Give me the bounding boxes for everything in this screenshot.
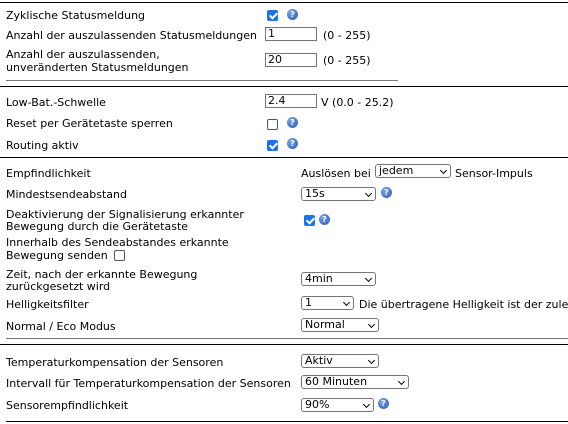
intervall-label: Intervall für Temperaturkompensation der… bbox=[6, 377, 291, 390]
chevron-down-icon bbox=[439, 166, 448, 175]
divider-top bbox=[0, 2, 568, 3]
helligkeit-select[interactable]: 1 bbox=[301, 296, 354, 310]
innerhalb-checkbox[interactable] bbox=[114, 250, 125, 261]
routing-label: Routing aktiv bbox=[6, 139, 79, 152]
unveraendert-range: (0 - 255) bbox=[323, 54, 371, 67]
chevron-down-icon bbox=[367, 356, 376, 365]
routing-checkbox[interactable] bbox=[267, 140, 278, 151]
help-icon[interactable]: ? bbox=[287, 9, 298, 20]
ausloesen-select[interactable]: jedem bbox=[375, 164, 451, 178]
intervall-select[interactable]: 60 Minuten bbox=[301, 375, 409, 389]
mode-select-value: Normal bbox=[305, 318, 345, 331]
lowbat-input[interactable]: 2.4 bbox=[265, 94, 317, 108]
unveraendert-label-2: unveränderten Statusmeldungen bbox=[6, 61, 189, 74]
divider-bottom bbox=[6, 421, 568, 422]
chevron-down-icon bbox=[364, 274, 373, 283]
ausloesen-prefix: Auslösen bei bbox=[301, 167, 371, 180]
zyklisch-label: Zyklische Statusmeldung bbox=[6, 9, 146, 22]
auszulassen-label: Anzahl der auszulassenden Statusmeldunge… bbox=[6, 29, 257, 42]
chevron-down-icon bbox=[364, 189, 373, 198]
tempkomp-select-value: Aktiv bbox=[305, 354, 333, 367]
auszulassen-range: (0 - 255) bbox=[323, 29, 371, 42]
help-icon[interactable]: ? bbox=[381, 187, 392, 198]
help-icon[interactable]: ? bbox=[319, 214, 330, 225]
chevron-down-icon bbox=[367, 320, 376, 329]
sensor-select-value: 90% bbox=[305, 398, 330, 411]
deaktivierung-checkbox[interactable] bbox=[304, 215, 315, 226]
lowbat-range: V (0.0 - 25.2) bbox=[321, 96, 394, 109]
mode-label: Normal / Eco Modus bbox=[6, 320, 116, 333]
deakt-label-2: Bewegung durch die Gerätetaste bbox=[6, 220, 189, 233]
auszulassen-input[interactable]: 1 bbox=[265, 27, 317, 41]
mode-select[interactable]: Normal bbox=[301, 318, 379, 332]
chevron-down-icon bbox=[342, 298, 351, 307]
helligkeit-note: Die übertragene Helligkeit ist der zule bbox=[359, 298, 568, 311]
mindest-select[interactable]: 15s bbox=[301, 187, 376, 201]
divider-4 bbox=[6, 338, 568, 339]
chevron-down-icon bbox=[362, 400, 371, 409]
empfindlichkeit-label: Empfindlichkeit bbox=[6, 167, 91, 180]
zeit-select-value: 4min bbox=[305, 272, 333, 285]
innerhalb-label-1: Innerhalb des Sendeabstandes erkannte bbox=[6, 236, 229, 249]
divider-3 bbox=[0, 157, 568, 158]
helligkeit-select-value: 1 bbox=[305, 296, 312, 309]
innerhalb-label-2: Bewegung senden bbox=[6, 249, 108, 262]
sensor-select[interactable]: 90% bbox=[301, 398, 374, 412]
tempkomp-select[interactable]: Aktiv bbox=[301, 354, 379, 368]
reset-label: Reset per Gerätetaste sperren bbox=[6, 117, 173, 130]
ausloesen-select-value: jedem bbox=[379, 164, 414, 177]
divider-5 bbox=[0, 344, 568, 345]
sensor-label: Sensorempfindlichkeit bbox=[6, 399, 129, 412]
divider-2 bbox=[0, 86, 568, 87]
zeit-select[interactable]: 4min bbox=[301, 272, 376, 286]
chevron-down-icon bbox=[397, 377, 406, 386]
help-icon[interactable]: ? bbox=[287, 138, 298, 149]
unveraendert-label-1: Anzahl der auszulassenden, bbox=[6, 48, 160, 61]
intervall-select-value: 60 Minuten bbox=[305, 375, 368, 388]
reset-checkbox[interactable] bbox=[267, 119, 278, 130]
divider-1 bbox=[6, 80, 398, 81]
help-icon[interactable]: ? bbox=[287, 117, 298, 128]
tempkomp-label: Temperaturkompensation der Sensoren bbox=[6, 356, 224, 369]
mindest-label: Mindestsendeabstand bbox=[6, 188, 127, 201]
zeit-label-2: zurückgesetzt wird bbox=[6, 280, 111, 293]
help-icon[interactable]: ? bbox=[378, 398, 389, 409]
zyklisch-checkbox[interactable] bbox=[267, 10, 278, 21]
unveraendert-input[interactable]: 20 bbox=[265, 53, 317, 67]
helligkeit-label: Helligkeitsfilter bbox=[6, 298, 89, 311]
lowbat-label: Low-Bat.-Schwelle bbox=[6, 96, 106, 109]
mindest-select-value: 15s bbox=[305, 187, 325, 200]
ausloesen-suffix: Sensor-Impuls bbox=[455, 167, 533, 180]
